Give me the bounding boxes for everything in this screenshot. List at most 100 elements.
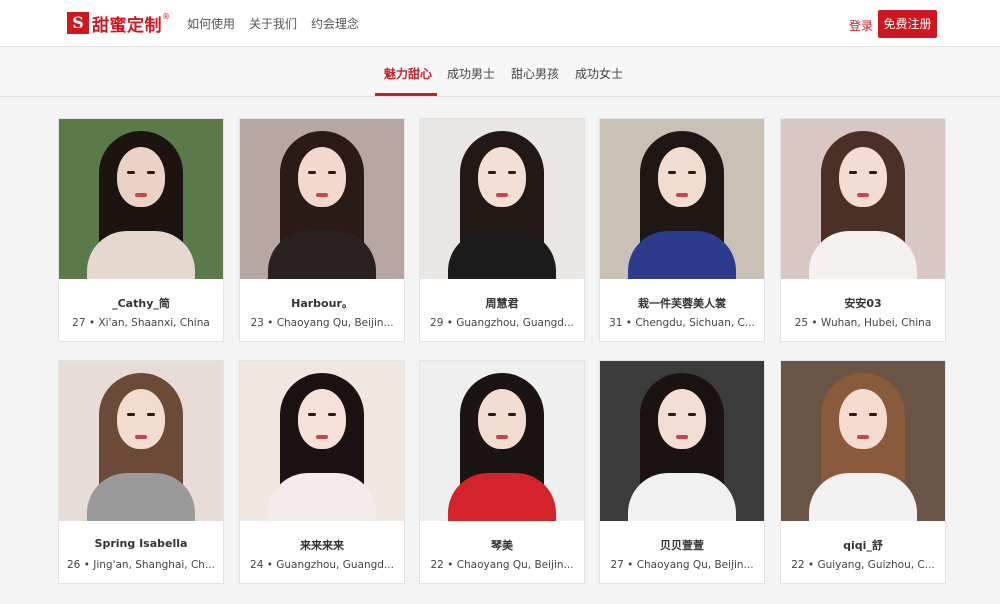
photo-body	[809, 231, 917, 279]
profile-info: 24 • Guangzhou, Guangd...	[250, 559, 394, 571]
photo-lips	[857, 435, 869, 439]
profile-info: 25 • Wuhan, Hubei, China	[794, 317, 932, 329]
photo-lips	[135, 435, 147, 439]
photo-body	[448, 231, 556, 279]
photo-lips	[496, 193, 508, 197]
profile-photo[interactable]	[781, 119, 945, 279]
tab-successful-women[interactable]: 成功女士	[575, 65, 623, 82]
tab-charming-sweetheart[interactable]: 魅力甜心	[384, 65, 432, 82]
profile-name[interactable]: 安安03	[781, 295, 945, 311]
photo-face	[658, 147, 706, 207]
active-tab-indicator	[375, 93, 437, 96]
profile-info: 29 • Guangzhou, Guangd...	[430, 317, 574, 329]
photo-face	[478, 389, 526, 449]
photo-body	[628, 231, 736, 279]
profile-name[interactable]: qiqi_舒	[781, 537, 945, 553]
photo-face	[839, 389, 887, 449]
profile-info: 31 • Chengdu, Sichuan, C...	[609, 317, 755, 329]
profile-card[interactable]: 贝贝萱萱 27 • Chaoyang Qu, Beijin...	[599, 360, 765, 584]
photo-eye	[849, 413, 857, 416]
profile-name[interactable]: 栽一件芙蓉美人裳	[600, 295, 764, 311]
photo-body	[87, 231, 195, 279]
profile-card[interactable]: 周慧君 29 • Guangzhou, Guangd...	[419, 118, 585, 342]
register-button[interactable]: 免费注册	[878, 10, 937, 38]
profile-card[interactable]: Spring Isabella 26 • Jing'an, Shanghai, C…	[58, 360, 224, 584]
photo-lips	[676, 193, 688, 197]
profile-name[interactable]: Harbour。	[240, 295, 404, 311]
photo-eye	[869, 413, 877, 416]
main-nav: 如何使用 关于我们 约会理念	[187, 15, 359, 32]
photo-eye	[328, 171, 336, 174]
photo-eye	[668, 413, 676, 416]
profile-photo[interactable]	[240, 119, 404, 279]
photo-eye	[308, 413, 316, 416]
registered-mark: ®	[162, 11, 170, 21]
profile-name[interactable]: 来来来来	[240, 537, 404, 553]
photo-eye	[147, 171, 155, 174]
profile-card[interactable]: _Cathy_简 27 • Xi'an, Shaanxi, China	[58, 118, 224, 342]
photo-face	[478, 147, 526, 207]
photo-eye	[869, 171, 877, 174]
profile-card[interactable]: 安安03 25 • Wuhan, Hubei, China	[780, 118, 946, 342]
photo-body	[628, 473, 736, 521]
photo-lips	[496, 435, 508, 439]
profile-card[interactable]: Harbour。 23 • Chaoyang Qu, Beijin...	[239, 118, 405, 342]
tab-sweet-boys[interactable]: 甜心男孩	[511, 65, 559, 82]
profile-card[interactable]: 来来来来 24 • Guangzhou, Guangd...	[239, 360, 405, 584]
photo-face	[117, 389, 165, 449]
profile-photo[interactable]	[600, 361, 764, 521]
photo-eye	[308, 171, 316, 174]
photo-lips	[316, 193, 328, 197]
photo-body	[809, 473, 917, 521]
profile-info: 22 • Chaoyang Qu, Beijin...	[430, 559, 574, 571]
brand-logo[interactable]: S 甜蜜定制 ®	[67, 11, 170, 36]
photo-face	[298, 389, 346, 449]
profile-name[interactable]: _Cathy_简	[59, 295, 223, 311]
photo-lips	[857, 193, 869, 197]
photo-body	[268, 473, 376, 521]
profile-name[interactable]: 贝贝萱萱	[600, 537, 764, 553]
nav-dating-philosophy[interactable]: 约会理念	[311, 15, 359, 32]
profile-photo[interactable]	[59, 361, 223, 521]
login-link[interactable]: 登录	[849, 17, 873, 34]
profile-photo[interactable]	[420, 361, 584, 521]
profile-photo[interactable]	[781, 361, 945, 521]
photo-eye	[849, 171, 857, 174]
photo-eye	[488, 171, 496, 174]
photo-body	[87, 473, 195, 521]
photo-face	[658, 389, 706, 449]
photo-lips	[316, 435, 328, 439]
photo-eye	[508, 413, 516, 416]
photo-face	[839, 147, 887, 207]
photo-face	[298, 147, 346, 207]
tab-successful-men[interactable]: 成功男士	[447, 65, 495, 82]
profile-card[interactable]: qiqi_舒 22 • Guiyang, Guizhou, C...	[780, 360, 946, 584]
profile-info: 22 • Guiyang, Guizhou, C...	[791, 559, 935, 571]
profile-info: 27 • Chaoyang Qu, Beijin...	[610, 559, 754, 571]
photo-eye	[127, 413, 135, 416]
photo-body	[268, 231, 376, 279]
photo-eye	[688, 413, 696, 416]
profile-card[interactable]: 琴美 22 • Chaoyang Qu, Beijin...	[419, 360, 585, 584]
photo-lips	[676, 435, 688, 439]
nav-how-to-use[interactable]: 如何使用	[187, 15, 235, 32]
profile-photo[interactable]	[59, 119, 223, 279]
photo-face	[117, 147, 165, 207]
photo-eye	[488, 413, 496, 416]
photo-eye	[328, 413, 336, 416]
profile-photo[interactable]	[600, 119, 764, 279]
profile-photo[interactable]	[420, 119, 584, 279]
photo-eye	[127, 171, 135, 174]
profile-name[interactable]: 琴美	[420, 537, 584, 553]
profile-info: 26 • Jing'an, Shanghai, Ch...	[67, 559, 215, 571]
header: S 甜蜜定制 ® 如何使用 关于我们 约会理念 登录 免费注册	[0, 0, 1000, 47]
profile-photo[interactable]	[240, 361, 404, 521]
profile-card[interactable]: 栽一件芙蓉美人裳 31 • Chengdu, Sichuan, C...	[599, 118, 765, 342]
brand-name: 甜蜜定制	[92, 15, 162, 36]
profile-name[interactable]: Spring Isabella	[59, 537, 223, 550]
logo-mark: S	[67, 12, 89, 34]
nav-about-us[interactable]: 关于我们	[249, 15, 297, 32]
category-tabs: 魅力甜心 成功男士 甜心男孩 成功女士	[0, 47, 1000, 97]
profile-name[interactable]: 周慧君	[420, 295, 584, 311]
photo-body	[448, 473, 556, 521]
